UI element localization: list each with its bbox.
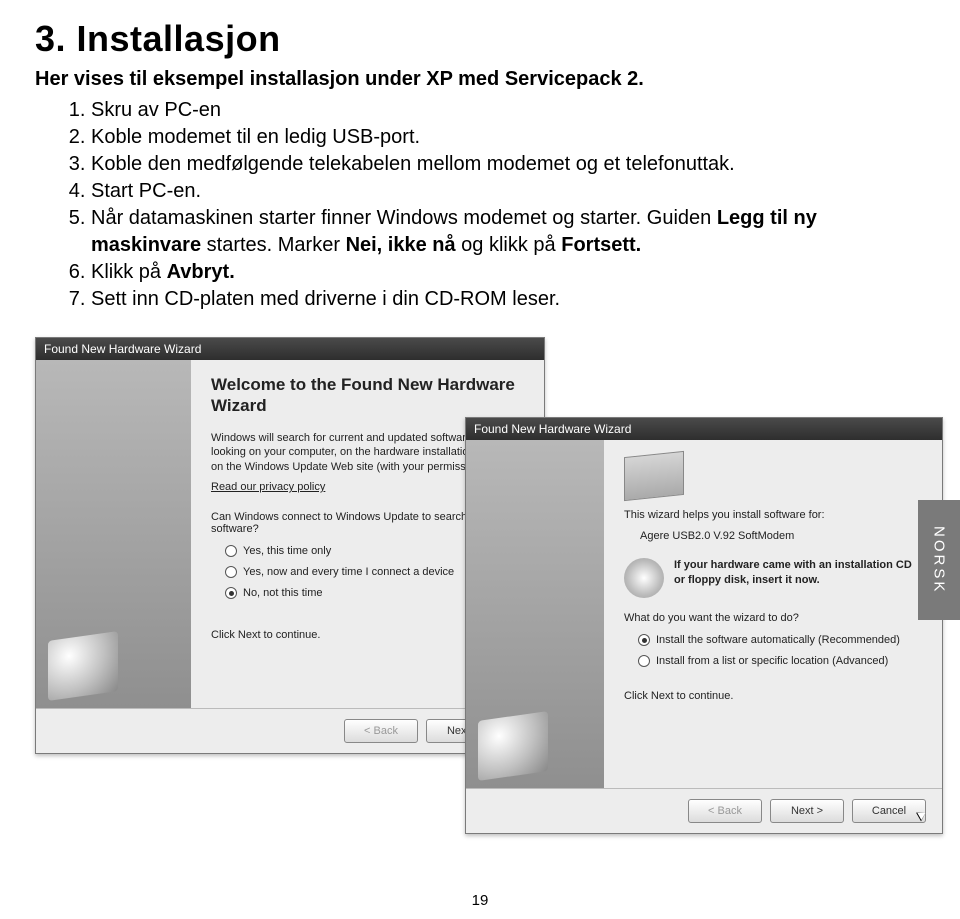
step-text: Når datamaskinen starter finner Windows … [91,207,717,229]
radio-label: Install the software automatically (Reco… [656,630,900,651]
step-text: startes. Marker [201,234,345,256]
radio-label: Yes, this time only [243,541,331,562]
cd-icon [624,558,664,598]
radio-label: Yes, now and every time I connect a devi… [243,562,454,583]
back-button[interactable]: < Back [344,719,418,743]
radio-icon [225,566,237,578]
step-bold: Nei, ikke nå [346,234,456,256]
radio-label: No, not this time [243,583,322,604]
radio-icon [638,655,650,667]
step-item: Koble modemet til en ledig USB-port. [91,124,925,151]
screenshot-area: Found New Hardware Wizard Welcome to the… [35,337,925,857]
radio-icon [225,545,237,557]
wizard-sidebar [36,360,191,708]
wizard-content: This wizard helps you install software f… [604,440,942,788]
wizard-sidebar-icon [478,711,548,781]
step-item: Skru av PC-en [91,97,925,124]
step-item: Klikk på Avbryt. [91,259,925,286]
wizard-heading: Welcome to the Found New Hardware Wizard [211,374,524,417]
step-item: Sett inn CD-platen med driverne i din CD… [91,286,925,313]
language-tab: NORSK [918,500,960,620]
radio-label: Install from a list or specific location… [656,651,888,672]
step-text: Klikk på [91,261,167,283]
step-text: Koble den medfølgende telekabelen mellom… [91,153,735,175]
wizard-window-2: Found New Hardware Wizard This wizard he… [465,417,943,834]
section-heading: 3. Installasjon [35,18,925,60]
wizard-desc: This wizard helps you install software f… [624,508,922,523]
step-text: Sett inn CD-platen med driverne i din CD… [91,288,560,310]
cd-hint-text: If your hardware came with an installati… [674,558,922,588]
step-text: og klikk på [456,234,562,256]
step-text: Koble modemet til en ledig USB-port. [91,126,420,148]
radio-option[interactable]: Install from a list or specific location… [638,651,922,672]
page-number: 19 [472,892,489,909]
wizard-footer: < Back Next > Cancel [466,788,942,833]
wizard-question: What do you want the wizard to do? [624,612,922,624]
next-button[interactable]: Next > [770,799,844,823]
step-item: Start PC-en. [91,178,925,205]
step-bold: Avbryt. [167,261,235,283]
radio-icon [638,634,650,646]
back-button[interactable]: < Back [688,799,762,823]
wizard-sidebar-icon [48,631,118,701]
privacy-link[interactable]: Read our privacy policy [211,481,325,493]
wizard-sidebar [466,440,604,788]
step-text: Skru av PC-en [91,99,221,121]
step-bold: Fortsett. [561,234,641,256]
section-subheading: Her vises til eksempel installasjon unde… [35,68,925,91]
click-next-hint: Click Next to continue. [624,689,922,704]
cancel-button[interactable]: Cancel [852,799,926,823]
radio-option[interactable]: Install the software automatically (Reco… [638,630,922,651]
step-item: Når datamaskinen starter finner Windows … [91,205,925,259]
step-text: Start PC-en. [91,180,201,202]
radio-icon [225,587,237,599]
step-item: Koble den medfølgende telekabelen mellom… [91,151,925,178]
window-title: Found New Hardware Wizard [36,338,544,360]
device-name: Agere USB2.0 V.92 SoftModem [640,529,922,544]
hardware-icon [624,451,684,501]
step-list: Skru av PC-en Koble modemet til en ledig… [35,97,925,313]
cd-hint-row: If your hardware came with an installati… [624,558,922,598]
window-title: Found New Hardware Wizard [466,418,942,440]
radio-group: Install the software automatically (Reco… [638,630,922,672]
